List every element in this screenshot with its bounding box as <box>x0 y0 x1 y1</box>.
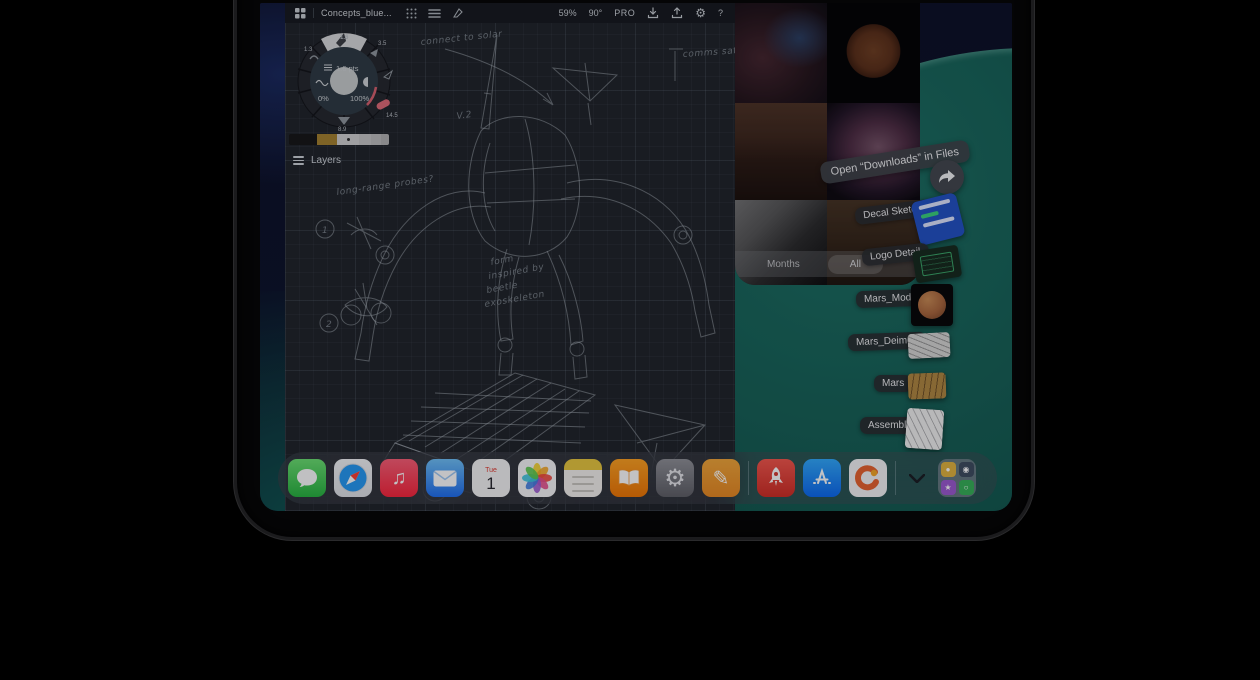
drag-thumb-mars-deimos[interactable] <box>907 332 950 359</box>
stroke-width-label: 1.6 pts <box>336 64 359 73</box>
calendar-day: 1 <box>486 475 495 492</box>
dock-icon-photos[interactable] <box>518 459 556 497</box>
toolbar-divider <box>313 8 314 18</box>
photo-horsehead-nebula[interactable] <box>735 3 827 103</box>
drag-thumb-mars-model[interactable] <box>911 284 953 326</box>
swatch-gray-2[interactable] <box>371 134 381 145</box>
dock-icon-books[interactable] <box>610 459 648 497</box>
music-note-glyph: ♫ <box>392 467 407 490</box>
size-wire: 1.3 <box>304 47 313 53</box>
dots-grid-icon[interactable] <box>406 8 417 19</box>
app-library-grid: ● ◉ ★ ○ <box>941 462 974 495</box>
dock-collapse-chevron[interactable] <box>904 474 930 483</box>
dock-icon-safari[interactable] <box>334 459 372 497</box>
dock-divider <box>895 461 896 495</box>
library-timer-icon: ○ <box>959 480 974 495</box>
size-fill: 8.9 <box>338 127 347 133</box>
annotation-connect: connect to solar <box>420 29 503 48</box>
photo-grid <box>735 3 920 285</box>
swatch-gold[interactable] <box>317 134 337 145</box>
dock-icon-mail[interactable] <box>426 459 464 497</box>
annotation-form-1: form <box>490 254 515 268</box>
dock: ♫ Tue 1 <box>278 452 997 504</box>
opacity-min-label: 0% <box>318 94 329 103</box>
settings-gear-icon[interactable]: ⚙ <box>695 6 706 20</box>
library-camera-icon: ◉ <box>959 462 974 477</box>
gear-glyph: ⚙ <box>664 464 686 493</box>
pencil-glyph: ✎ <box>713 466 730 491</box>
zoom-level[interactable]: 59% <box>559 8 577 18</box>
photos-flower-icon <box>522 463 552 493</box>
dock-icon-messages[interactable] <box>288 459 326 497</box>
active-size-label: 1.6 <box>340 35 349 41</box>
swatch-black[interactable] <box>289 134 317 145</box>
annotation-form-3: beetle <box>486 281 519 296</box>
annotation-number-1: 1 <box>322 226 328 236</box>
import-icon[interactable] <box>647 7 659 19</box>
swatch-lightgray-selected[interactable] <box>337 134 359 145</box>
dock-icon-linea[interactable]: ✎ <box>702 459 740 497</box>
share-arrow-icon <box>938 169 956 185</box>
dock-icon-concepts[interactable] <box>849 459 887 497</box>
drag-thumb-mars[interactable] <box>908 372 947 399</box>
document-title[interactable]: Concepts_blue... <box>321 8 392 18</box>
export-icon[interactable] <box>671 7 683 19</box>
dock-divider <box>748 461 749 495</box>
annotation-number-2: 2 <box>326 320 332 330</box>
size-airbrush: 3.5 <box>378 41 387 47</box>
ipad-screen: Concepts_blue... <box>260 3 1012 511</box>
dock-icon-app-store[interactable] <box>803 459 841 497</box>
dock-icon-notes[interactable] <box>564 459 602 497</box>
dock-icon-app-library[interactable]: ● ◉ ★ ○ <box>938 459 976 497</box>
dock-icon-music[interactable]: ♫ <box>380 459 418 497</box>
library-tips-icon: ● <box>941 462 956 477</box>
photos-app-window: Months All <box>735 3 920 285</box>
drawing-canvas[interactable]: connect to solar comms satellite V.2 lon… <box>285 23 735 511</box>
annotation-version: V.2 <box>456 110 473 122</box>
drag-thumb-assembly[interactable] <box>905 408 945 450</box>
pro-badge[interactable]: PRO <box>614 8 635 18</box>
tab-months[interactable]: Months <box>767 259 800 270</box>
annotation-probes: long-range probes? <box>336 174 435 198</box>
pen-shape-icon[interactable] <box>452 7 464 19</box>
concepts-toolbar: Concepts_blue... <box>285 3 735 24</box>
swatch-gray-1[interactable] <box>359 134 371 145</box>
color-swatch-bar[interactable] <box>289 134 389 145</box>
ipad-device-frame: Concepts_blue... <box>234 0 1034 540</box>
tool-wheel[interactable]: 1.6 1.3 3.5 14.5 8.9 1.6 pts <box>288 25 400 133</box>
photo-mars-planet[interactable] <box>827 3 920 103</box>
photo-mars-surface[interactable] <box>735 103 827 200</box>
dock-icon-rocket[interactable] <box>757 459 795 497</box>
size-eraser: 14.5 <box>386 113 398 119</box>
layers-panel-header[interactable]: Layers <box>293 154 341 167</box>
layers-label: Layers <box>311 155 341 166</box>
library-star-icon: ★ <box>941 480 956 495</box>
app-grid-icon[interactable] <box>295 8 306 19</box>
drag-item-label[interactable]: Mars <box>874 375 912 392</box>
share-drop-button[interactable] <box>930 160 964 194</box>
dock-icon-calendar[interactable]: Tue 1 <box>472 459 510 497</box>
layers-menu-icon <box>293 154 304 167</box>
rotation-value[interactable]: 90° <box>589 8 603 18</box>
opacity-max-label: 100% <box>350 94 370 103</box>
swatch-gray-3[interactable] <box>381 134 389 145</box>
stage: Concepts_blue... <box>0 0 1260 680</box>
help-icon[interactable]: ? <box>718 8 723 18</box>
concepts-app-window: Concepts_blue... <box>285 3 735 511</box>
layers-stack-icon[interactable] <box>428 8 441 19</box>
dock-icon-settings[interactable]: ⚙ <box>656 459 694 497</box>
annotation-comms: comms satellite <box>683 44 735 60</box>
